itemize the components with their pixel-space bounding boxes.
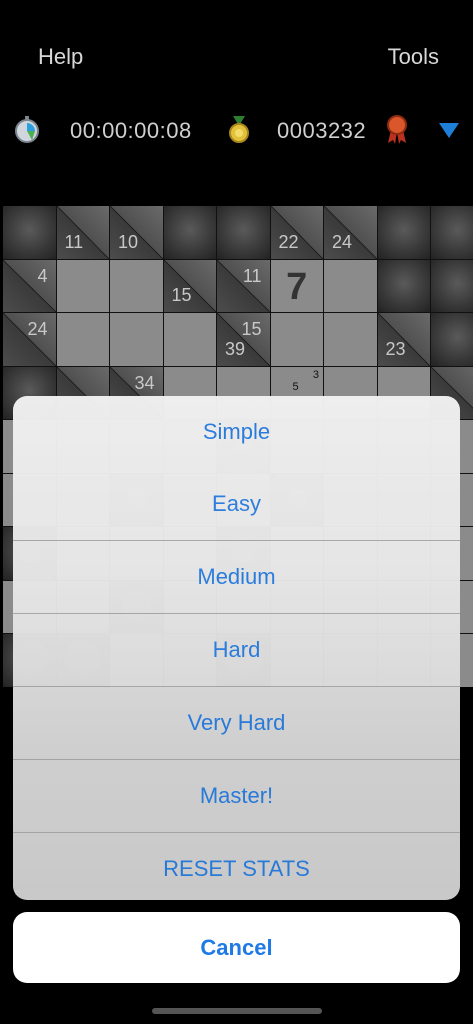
grid-cell: [431, 206, 473, 259]
entry-cell[interactable]: [56, 259, 109, 312]
grid-cell: [163, 206, 216, 259]
entry-cell[interactable]: [110, 313, 163, 366]
entered-digit: 7: [286, 265, 308, 308]
option-hard[interactable]: Hard: [13, 614, 460, 687]
clue-cell: 23: [377, 313, 430, 366]
grid-cell: [431, 259, 473, 312]
option-master[interactable]: Master!: [13, 760, 460, 833]
grid-cell: [377, 206, 430, 259]
entry-cell[interactable]: 7: [270, 259, 323, 312]
clue-value: 23: [385, 338, 406, 359]
option-easy[interactable]: Easy: [13, 468, 460, 541]
entry-cell[interactable]: [324, 313, 377, 366]
clue-value: 4: [37, 265, 48, 286]
pencil-mark: 3: [312, 368, 319, 381]
clue-cell: 4: [3, 259, 56, 312]
clue-cell: 11: [217, 259, 270, 312]
entry-cell[interactable]: [324, 259, 377, 312]
top-nav: Help Tools: [0, 40, 473, 76]
tools-button[interactable]: Tools: [388, 44, 439, 70]
clue-value: 10: [118, 231, 139, 252]
difficulty-action-sheet: Simple Easy Medium Hard Very Hard Master…: [13, 396, 460, 900]
clue-value: 11: [64, 231, 84, 252]
clue-value: 11: [242, 265, 262, 286]
entry-cell[interactable]: [56, 313, 109, 366]
entry-cell[interactable]: [110, 259, 163, 312]
pencil-mark: 5: [292, 380, 299, 393]
grid-cell: [431, 313, 473, 366]
score-text: 0003232: [277, 118, 367, 143]
medal-icon: [224, 114, 254, 144]
clue-value: 39: [225, 338, 246, 359]
clue-value: 15: [171, 285, 192, 305]
grid-cell: [377, 259, 430, 312]
clue-cell: 10: [110, 206, 163, 259]
stopwatch-icon: [12, 114, 42, 144]
option-reset-stats[interactable]: RESET STATS: [13, 833, 460, 900]
clue-value: 15: [241, 319, 262, 339]
clue-cell: 24: [324, 206, 377, 259]
clue-value: 24: [332, 231, 353, 252]
clue-cell: 15 39: [217, 313, 270, 366]
cancel-button[interactable]: Cancel: [13, 912, 460, 983]
clue-value: 24: [27, 319, 48, 339]
entry-cell[interactable]: [270, 313, 323, 366]
clue-value: 22: [278, 231, 299, 252]
option-very-hard[interactable]: Very Hard: [13, 687, 460, 760]
home-indicator: [152, 1008, 322, 1014]
option-medium[interactable]: Medium: [13, 541, 460, 614]
clue-cell: 22: [270, 206, 323, 259]
triangle-down-icon[interactable]: [434, 114, 464, 144]
clue-cell: 15: [163, 259, 216, 312]
grid-cell: [3, 206, 56, 259]
status-bar: 00:00:00:08 0003232: [0, 112, 473, 148]
clue-value: 34: [134, 372, 155, 393]
clue-cell: 11: [56, 206, 109, 259]
entry-cell[interactable]: [163, 313, 216, 366]
timer-text: 00:00:00:08: [70, 118, 192, 143]
grid-cell: [217, 206, 270, 259]
clue-cell: 24: [3, 313, 56, 366]
help-button[interactable]: Help: [38, 44, 83, 70]
ribbon-icon: [382, 114, 412, 144]
option-simple[interactable]: Simple: [13, 396, 460, 468]
